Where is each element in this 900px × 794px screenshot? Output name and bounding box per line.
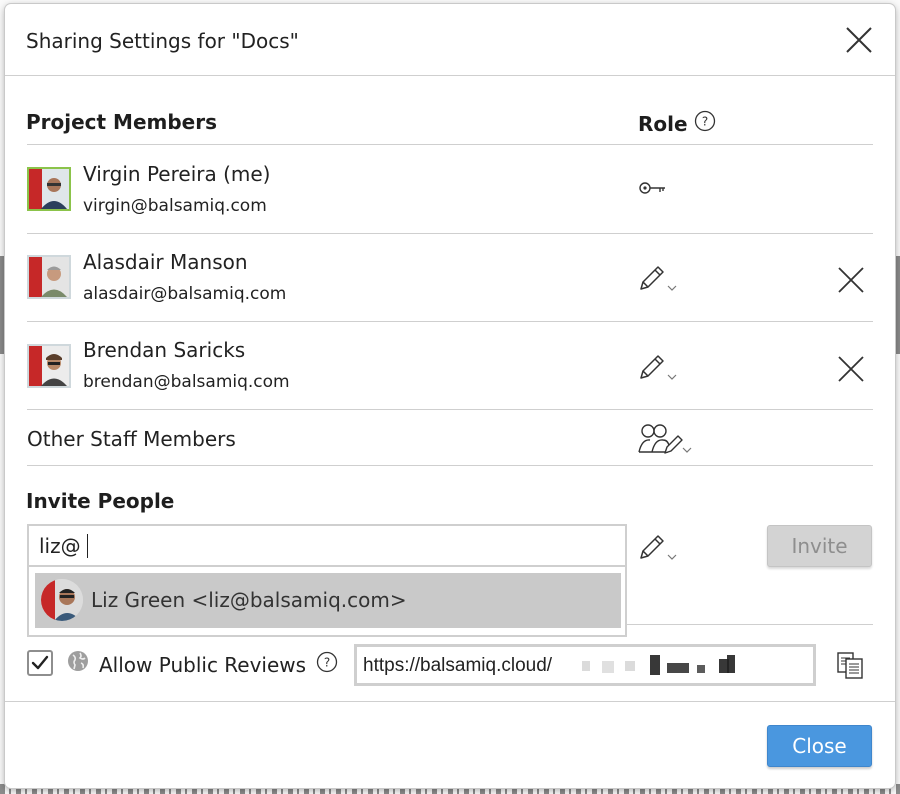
- globe-icon: [68, 651, 88, 671]
- member-email: virgin@balsamiq.com: [83, 196, 267, 216]
- pencil-icon[interactable]: [638, 532, 680, 562]
- close-button[interactable]: Close: [767, 725, 872, 767]
- invite-email-input[interactable]: [27, 524, 627, 567]
- divider: [27, 144, 873, 145]
- text-caret: [87, 534, 88, 558]
- member-email: alasdair@balsamiq.com: [83, 284, 287, 304]
- redacted-text: [625, 661, 635, 671]
- project-members-heading: Project Members: [26, 110, 218, 134]
- close-icon[interactable]: [843, 24, 875, 56]
- help-icon[interactable]: ?: [694, 110, 716, 132]
- pencil-icon[interactable]: [638, 352, 680, 382]
- other-staff-label: Other Staff Members: [27, 427, 236, 451]
- member-name: Brendan Saricks: [83, 338, 246, 362]
- redacted-text: [727, 655, 735, 673]
- avatar: [27, 167, 71, 211]
- public-review-url: https://balsamiq.cloud/: [363, 655, 553, 676]
- key-icon: [639, 182, 665, 194]
- divider: [27, 409, 873, 410]
- avatar: [41, 579, 83, 621]
- member-name: Virgin Pereira (me): [83, 162, 271, 186]
- role-heading: Role: [638, 112, 688, 136]
- divider: [5, 701, 895, 702]
- redacted-text: [582, 661, 590, 671]
- pencil-icon[interactable]: [638, 263, 680, 293]
- invite-people-heading: Invite People: [26, 489, 175, 513]
- sharing-settings-dialog: Sharing Settings for "Docs" Project Memb…: [5, 4, 895, 788]
- remove-member-icon[interactable]: [836, 265, 866, 295]
- member-email: brendan@balsamiq.com: [83, 372, 290, 392]
- dialog-header: Sharing Settings for "Docs": [5, 4, 895, 76]
- svg-text:?: ?: [702, 115, 708, 129]
- dialog-title: Sharing Settings for "Docs": [26, 29, 299, 53]
- redacted-text: [650, 655, 660, 675]
- redacted-text: [697, 665, 705, 673]
- avatar: [27, 344, 71, 388]
- help-icon[interactable]: ?: [316, 651, 338, 673]
- redacted-text: [667, 663, 689, 673]
- suggestion-text: Liz Green <liz@balsamiq.com>: [91, 588, 407, 612]
- invite-button[interactable]: Invite: [767, 525, 872, 567]
- divider: [27, 465, 873, 466]
- autocomplete-dropdown: Liz Green <liz@balsamiq.com>: [27, 567, 627, 637]
- public-review-url-field[interactable]: https://balsamiq.cloud/: [354, 644, 816, 686]
- autocomplete-suggestion[interactable]: Liz Green <liz@balsamiq.com>: [35, 573, 621, 628]
- redacted-text: [602, 661, 614, 673]
- divider: [27, 233, 873, 234]
- checkmark-icon: [31, 655, 49, 670]
- divider: [27, 321, 873, 322]
- group-pencil-icon[interactable]: [638, 422, 694, 456]
- avatar: [27, 255, 71, 299]
- remove-member-icon[interactable]: [836, 354, 866, 384]
- allow-public-reviews-label: Allow Public Reviews: [99, 653, 307, 677]
- allow-public-reviews-checkbox[interactable]: [27, 650, 53, 676]
- member-name: Alasdair Manson: [83, 250, 248, 274]
- copy-url-icon[interactable]: [834, 649, 866, 681]
- svg-text:?: ?: [324, 656, 330, 670]
